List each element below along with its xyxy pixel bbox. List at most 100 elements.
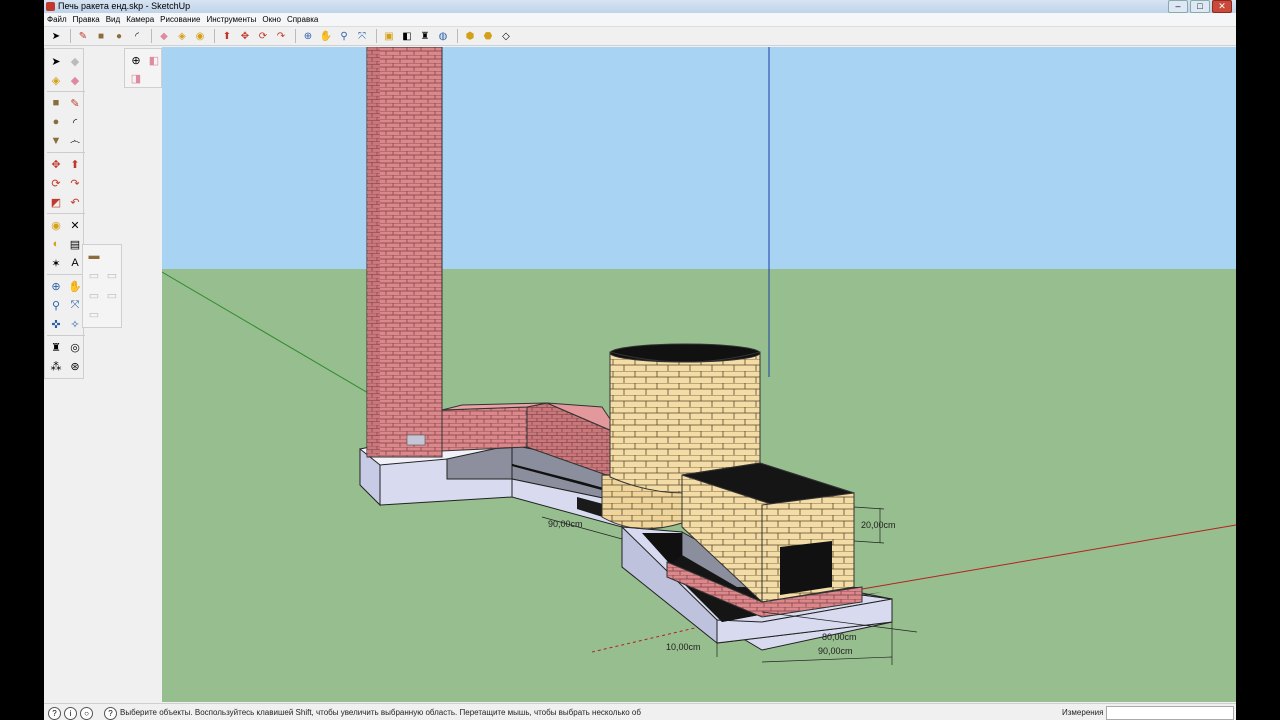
menu-bar: Файл Правка Вид Камера Рисование Инструм… [44, 13, 1236, 27]
riser-top-opening [609, 343, 761, 363]
paint-bucket-icon[interactable]: ◆ [66, 71, 84, 89]
follow-me-icon[interactable]: ↷ [273, 28, 289, 44]
arc-icon[interactable]: ◜ [129, 28, 145, 44]
layer-pink2-icon[interactable]: ◨ [127, 69, 145, 87]
scale-tool-icon[interactable]: ◩ [47, 193, 65, 211]
sketchup-window: Печь ракета енд.skp - SketchUp – □ ✕ Фай… [44, 0, 1236, 720]
dimension-tool-icon[interactable]: ✕ [66, 216, 84, 234]
menu-camera[interactable]: Камера [123, 13, 157, 26]
zoom-tool-icon[interactable]: ⚲ [47, 296, 65, 314]
orbit-tool-icon[interactable]: ⊕ [47, 277, 65, 295]
sky [162, 47, 1236, 272]
component-icon[interactable]: ▣ [381, 28, 397, 44]
drawing-viewport[interactable]: 20,00cm 90,00cm 80,00cm 90,00cm 10,00cm [162, 47, 1236, 702]
menu-view[interactable]: Вид [103, 13, 123, 26]
help-icon[interactable]: ? [104, 707, 117, 720]
polygon-tool-icon[interactable]: ▼ [47, 132, 65, 150]
menu-tools[interactable]: Инструменты [203, 13, 259, 26]
menu-window[interactable]: Окно [259, 13, 284, 26]
status-bar: ? i ○ ? Выберите объекты. Воспользуйтесь… [44, 703, 1236, 720]
layer-gray1-icon[interactable]: ▭ [85, 267, 103, 285]
section-plane-icon[interactable]: ⊕ [127, 51, 145, 69]
signin-icon[interactable]: ○ [80, 707, 93, 720]
line-tool-icon[interactable]: ✎ [66, 94, 84, 112]
rotate-icon[interactable]: ⟳ [255, 28, 271, 44]
dim-20cm: 20,00cm [861, 520, 896, 530]
chimney-side [367, 47, 380, 457]
zoom-icon[interactable]: ⚲ [336, 28, 352, 44]
layer-pink-icon[interactable]: ◧ [145, 51, 163, 69]
layer-gray5-icon[interactable]: ▭ [85, 306, 103, 324]
close-button[interactable]: ✕ [1212, 0, 1232, 13]
sandbox-panel: ⊕ ◧ ◨ [124, 48, 162, 88]
cleanout-door [406, 434, 426, 446]
tape-measure-tool-icon[interactable]: ◉ [47, 216, 65, 234]
orbit-icon[interactable]: ⊕ [300, 28, 316, 44]
layer-empty-icon [103, 247, 121, 265]
arc-tool-icon[interactable]: ◜ [66, 113, 84, 131]
minimize-button[interactable]: – [1168, 0, 1188, 13]
zoom-extents-icon[interactable]: ⤧ [354, 28, 370, 44]
large-tool-set: ➤ ◆ ◈ ◆ ■ ✎ ● ◜ ▼ ෴ ✥ ⬆ ⟳ ↷ ◩ ↶ ◉ ✕ ◐ ▤ … [44, 48, 85, 379]
main-toolbar: ➤ ✎ ■ ● ◜ ◆ ◈ ◉ ⬆ ✥ ⟳ ↷ ⊕ ✋ ⚲ ⤧ ▣ ◧ ♜ ◍ … [44, 27, 1236, 46]
section-icon[interactable]: ◧ [399, 28, 415, 44]
paint-icon[interactable]: ◈ [174, 28, 190, 44]
firebox-door-opening [780, 541, 832, 595]
axes-tool-icon[interactable]: ✶ [47, 254, 65, 272]
pan-icon[interactable]: ✋ [318, 28, 334, 44]
dim-90cm-front: 90,00cm [818, 646, 853, 656]
menu-draw[interactable]: Рисование [157, 13, 203, 26]
dim-90cm-side: 90,00cm [548, 519, 583, 529]
menu-edit[interactable]: Правка [70, 13, 103, 26]
eraser-icon[interactable]: ◆ [156, 28, 172, 44]
measurements-input[interactable] [1106, 706, 1234, 720]
get-models-icon[interactable]: ◇ [498, 28, 514, 44]
circle-tool-icon[interactable]: ● [47, 113, 65, 131]
layer-gray3-icon[interactable]: ▭ [85, 286, 103, 304]
make-component-icon[interactable]: ◈ [47, 71, 65, 89]
dim-80cm: 80,00cm [822, 632, 857, 642]
status-hint: Выберите объекты. Воспользуйтесь клавише… [120, 708, 641, 717]
follow-me-tool-icon[interactable]: ↷ [66, 174, 84, 192]
move-icon[interactable]: ✥ [237, 28, 253, 44]
select-tool-icon[interactable]: ➤ [47, 52, 65, 70]
credits-icon[interactable]: i [64, 707, 77, 720]
position-camera-icon[interactable]: ♜ [417, 28, 433, 44]
window-title: Печь ракета енд.skp - SketchUp [58, 1, 191, 11]
zoom-extents-tool-icon[interactable]: ✜ [47, 315, 65, 333]
look-around-tool-icon[interactable]: ◎ [66, 338, 84, 356]
section-plane-tool-icon[interactable]: ⊛ [66, 357, 84, 375]
menu-help[interactable]: Справка [284, 13, 321, 26]
walk-tool-icon[interactable]: ⁂ [47, 357, 65, 375]
walk-icon[interactable]: ◍ [435, 28, 451, 44]
pencil-icon[interactable]: ✎ [75, 28, 91, 44]
protractor-tool-icon[interactable]: ◐ [47, 235, 65, 253]
menu-file[interactable]: Файл [44, 13, 70, 26]
circle-icon[interactable]: ● [111, 28, 127, 44]
layers-panel: ▬ ▭ ▭ ▭ ▭ ▭ [82, 244, 122, 328]
title-bar: Печь ракета енд.skp - SketchUp – □ ✕ [44, 0, 1236, 13]
layer-manager-icon[interactable]: ▬ [85, 247, 103, 265]
scene-svg: 20,00cm 90,00cm 80,00cm 90,00cm 10,00cm [162, 47, 1236, 702]
dim-10cm: 10,00cm [666, 642, 701, 652]
rotate-tool-icon[interactable]: ⟳ [47, 174, 65, 192]
channel-wall-1 [441, 406, 528, 452]
maximize-button[interactable]: □ [1190, 0, 1210, 13]
tape-measure-icon[interactable]: ◉ [192, 28, 208, 44]
select-icon[interactable]: ➤ [48, 28, 64, 44]
push-pull-icon[interactable]: ⬆ [219, 28, 235, 44]
3d-warehouse-icon[interactable]: ⬢ [462, 28, 478, 44]
geo-location-icon[interactable]: ? [48, 707, 61, 720]
layer-gray2-icon[interactable]: ▭ [103, 267, 121, 285]
position-camera-tool-icon[interactable]: ♜ [47, 338, 65, 356]
eraser-tool-icon[interactable]: ◆ [66, 52, 84, 70]
freehand-tool-icon[interactable]: ෴ [66, 132, 84, 150]
rectangle-tool-icon[interactable]: ■ [47, 94, 65, 112]
rectangle-icon[interactable]: ■ [93, 28, 109, 44]
push-pull-tool-icon[interactable]: ⬆ [66, 155, 84, 173]
move-tool-icon[interactable]: ✥ [47, 155, 65, 173]
sketchup-app-icon [46, 2, 55, 11]
offset-tool-icon[interactable]: ↶ [66, 193, 84, 211]
layer-gray4-icon[interactable]: ▭ [103, 286, 121, 304]
share-model-icon[interactable]: ⬣ [480, 28, 496, 44]
